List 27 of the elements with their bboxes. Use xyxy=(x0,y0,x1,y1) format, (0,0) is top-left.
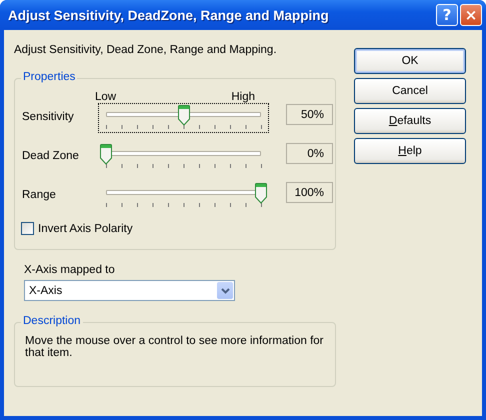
high-label: High xyxy=(231,91,255,103)
dialog-button[interactable]: Help xyxy=(354,138,466,164)
help-button[interactable]: ? xyxy=(436,4,458,26)
mapping-label: X-Axis mapped to xyxy=(24,264,116,276)
invert-checkbox[interactable] xyxy=(21,222,34,235)
slider-thumb[interactable] xyxy=(255,183,267,204)
dialog-button[interactable]: OK xyxy=(354,48,466,74)
group-title: Description xyxy=(21,315,83,327)
slider-label: Range xyxy=(21,189,57,201)
dropdown-value: X-Axis xyxy=(29,284,62,296)
checkbox-label: Invert Axis Polarity xyxy=(38,222,133,234)
slider-label: Sensitivity xyxy=(21,111,75,123)
value-box: 50% xyxy=(286,104,333,125)
intro-text: Adjust Sensitivity, Dead Zone, Range and Mapping. xyxy=(14,44,278,56)
dialog-button[interactable]: Defaults xyxy=(354,108,466,134)
value-box: 100% xyxy=(286,182,333,203)
group-title: Properties xyxy=(21,71,78,83)
value-box: 0% xyxy=(286,143,333,164)
slider-thumb[interactable] xyxy=(178,105,190,126)
slider[interactable] xyxy=(98,103,269,133)
slider-thumb[interactable] xyxy=(100,144,112,165)
slider-label: Dead Zone xyxy=(21,150,80,162)
low-label: Low xyxy=(95,91,116,103)
dialog-button[interactable]: Cancel xyxy=(354,78,466,104)
description-text: Move the mouse over a control to see more information for that item. xyxy=(25,335,325,359)
window-title: Adjust Sensitivity, DeadZone, Range and Mapping xyxy=(8,8,330,22)
mapping-dropdown[interactable]: X-Axis xyxy=(24,280,235,301)
